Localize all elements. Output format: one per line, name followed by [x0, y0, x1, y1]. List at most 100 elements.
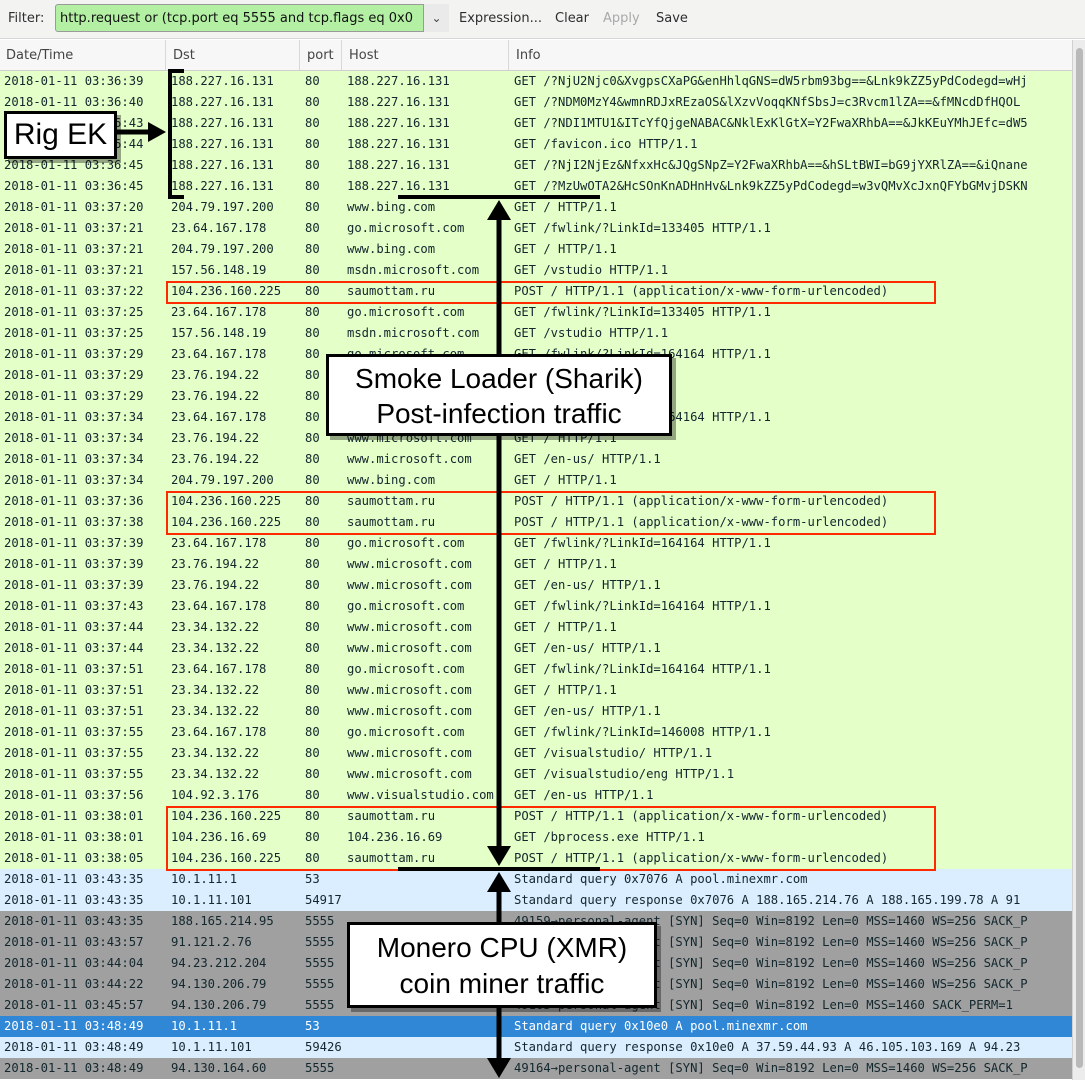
cell-dst: 204.79.197.200	[171, 473, 274, 487]
cell-info: GET /?NDI1MTU1&ITcYfQjgeNABAC&NklExKlGtX…	[514, 116, 1028, 130]
packet-row[interactable]: 2018-01-11 03:38:05 104.236.160.225 80 saum…	[0, 848, 1072, 869]
cell-info: POST / HTTP/1.1 (application/x-www-form-…	[514, 515, 889, 529]
cell-port: 80	[305, 704, 320, 718]
packet-row[interactable]: 2018-01-11 03:37:44 23.34.132.22 80 www.mic…	[0, 617, 1072, 638]
packet-row[interactable]: 2018-01-11 03:37:34 204.79.197.200 80 www.b…	[0, 470, 1072, 491]
column-header-host[interactable]: Host	[343, 40, 509, 70]
packet-row[interactable]: 2018-01-11 03:36:43188.227.16.13180188.2…	[0, 113, 1072, 134]
cell-dst: 188.165.214.95	[171, 914, 274, 928]
scrollbar-thumb[interactable]	[1076, 48, 1083, 1068]
packet-row[interactable]: 2018-01-11 03:37:56 104.92.3.176 80 www.vis…	[0, 785, 1072, 806]
packet-row[interactable]: 2018-01-11 03:37:43 23.64.167.178 80 go.mic…	[0, 596, 1072, 617]
cell-datetime: 2018-01-11 03:37:34	[4, 431, 144, 445]
packet-row[interactable]: 2018-01-11 03:37:25 157.56.148.19 80 msdn.m…	[0, 323, 1072, 344]
smoke-loader-label-line2: Post-infection traffic	[376, 398, 622, 429]
clear-button[interactable]: Clear	[555, 11, 589, 26]
cell-port: 80	[305, 95, 320, 109]
cell-dst: 23.76.194.22	[171, 452, 260, 466]
cell-datetime: 2018-01-11 03:48:49	[4, 1040, 144, 1054]
cell-datetime: 2018-01-11 03:37:55	[4, 767, 144, 781]
display-filter-value[interactable]: http.request or (tcp.port eq 5555 and tc…	[60, 11, 413, 26]
cell-port: 5555	[305, 914, 335, 928]
cell-datetime: 2018-01-11 03:37:55	[4, 725, 144, 739]
cell-host: go.microsoft.com	[347, 662, 465, 676]
filter-dropdown-button[interactable]: ⌄	[423, 4, 449, 32]
cell-datetime: 2018-01-11 03:37:21	[4, 263, 144, 277]
packet-row[interactable]: 2018-01-11 03:37:39 23.76.194.22 80 www.mic…	[0, 554, 1072, 575]
cell-host: saumottam.ru	[347, 851, 436, 865]
packet-row[interactable]: 2018-01-11 03:37:55 23.34.132.22 80 www.mic…	[0, 743, 1072, 764]
apply-button[interactable]: Apply	[603, 11, 640, 26]
monero-label-line1: Monero CPU (XMR)	[376, 932, 628, 963]
cell-datetime: 2018-01-11 03:48:49	[4, 1061, 144, 1075]
cell-dst: 10.1.11.101	[171, 893, 252, 907]
cell-port: 80	[305, 221, 320, 235]
packet-row[interactable]: 2018-01-11 03:37:39 23.64.167.178 80 go.mic…	[0, 533, 1072, 554]
packet-row[interactable]: 2018-01-11 03:37:51 23.34.132.22 80 www.mic…	[0, 701, 1072, 722]
packet-row[interactable]: 2018-01-11 03:48:49 10.1.11.101 59426 Stand…	[0, 1037, 1072, 1058]
cell-dst: 23.64.167.178	[171, 410, 267, 424]
cell-host: saumottam.ru	[347, 494, 436, 508]
column-header-dst[interactable]: Dst	[167, 40, 300, 70]
packet-list-scrollbar[interactable]	[1072, 40, 1085, 1080]
packet-row[interactable]: 2018-01-11 03:37:44 23.34.132.22 80 www.mic…	[0, 638, 1072, 659]
packet-row[interactable]: 2018-01-11 03:37:25 23.64.167.178 80 go.mic…	[0, 302, 1072, 323]
cell-datetime: 2018-01-11 03:43:35	[4, 872, 144, 886]
cell-datetime: 2018-01-11 03:37:29	[4, 368, 144, 382]
packet-row[interactable]: 2018-01-11 03:37:38 104.236.160.225 80 saum…	[0, 512, 1072, 533]
cell-datetime: 2018-01-11 03:37:34	[4, 410, 144, 424]
packet-row[interactable]: 2018-01-11 03:38:01 104.236.160.225 80 saum…	[0, 806, 1072, 827]
packet-row[interactable]: 2018-01-11 03:37:51 23.64.167.178 80 go.mic…	[0, 659, 1072, 680]
cell-info: GET /fwlink/?LinkId=146008 HTTP/1.1	[514, 725, 771, 739]
packet-row[interactable]: 2018-01-11 03:37:34 23.76.194.22 80 www.mic…	[0, 449, 1072, 470]
cell-host: msdn.microsoft.com	[347, 326, 480, 340]
cell-host: 188.227.16.131	[347, 137, 450, 151]
packet-row[interactable]: 2018-01-11 03:37:36 104.236.160.225 80 saum…	[0, 491, 1072, 512]
packet-row[interactable]: 2018-01-11 03:36:39 188.227.16.131 80 188.2…	[0, 71, 1072, 92]
packet-row[interactable]: 2018-01-11 03:37:51 23.34.132.22 80 www.mic…	[0, 680, 1072, 701]
cell-host: www.microsoft.com	[347, 767, 472, 781]
packet-row[interactable]: 2018-01-11 03:37:21 157.56.148.19 80 msdn.m…	[0, 260, 1072, 281]
packet-list-header: Date/Time Dst port Host Info	[0, 40, 1072, 71]
cell-host: 188.227.16.131	[347, 95, 450, 109]
expression-button[interactable]: Expression...	[459, 11, 542, 26]
packet-row[interactable]: 2018-01-11 03:36:45 188.227.16.131 80 188.2…	[0, 176, 1072, 197]
filter-label: Filter:	[8, 11, 45, 26]
cell-datetime: 2018-01-11 03:37:51	[4, 683, 144, 697]
packet-row[interactable]: 2018-01-11 03:36:45 188.227.16.131 80 188.2…	[0, 155, 1072, 176]
cell-host: 188.227.16.131	[347, 116, 450, 130]
packet-row[interactable]: 2018-01-11 03:37:55 23.34.132.22 80 www.mic…	[0, 764, 1072, 785]
display-filter-input[interactable]: http.request or (tcp.port eq 5555 and tc…	[55, 4, 449, 32]
packet-row[interactable]: 2018-01-11 03:37:55 23.64.167.178 80 go.mic…	[0, 722, 1072, 743]
packet-row[interactable]: 2018-01-11 03:36:44188.227.16.13180188.2…	[0, 134, 1072, 155]
cell-info: GET /bprocess.exe HTTP/1.1	[514, 830, 705, 844]
column-header-port[interactable]: port	[301, 40, 342, 70]
cell-info: Standard query 0x10e0 A pool.minexmr.com	[514, 1019, 808, 1033]
packet-row[interactable]: 2018-01-11 03:36:40 188.227.16.131 80 188.2…	[0, 92, 1072, 113]
cell-info: GET /en-us/ HTTP/1.1	[514, 578, 661, 592]
cell-datetime: 2018-01-11 03:43:57	[4, 935, 144, 949]
cell-info: GET / HTTP/1.1	[514, 683, 617, 697]
column-header-datetime[interactable]: Date/Time	[0, 40, 166, 70]
packet-row[interactable]: 2018-01-11 03:48:49 94.130.164.60 5555 4916…	[0, 1058, 1072, 1079]
cell-port: 80	[305, 599, 320, 613]
packet-row[interactable]: 2018-01-11 03:37:20 204.79.197.200 80 www.b…	[0, 197, 1072, 218]
packet-row[interactable]: 2018-01-11 03:48:49 10.1.11.1 53 Standard q…	[0, 1016, 1072, 1037]
cell-datetime: 2018-01-11 03:37:20	[4, 200, 144, 214]
save-button[interactable]: Save	[656, 11, 688, 26]
cell-info: GET /fwlink/?LinkId=164164 HTTP/1.1	[514, 536, 771, 550]
column-header-info[interactable]: Info	[510, 40, 1072, 70]
cell-datetime: 2018-01-11 03:43:35	[4, 914, 144, 928]
packet-row[interactable]: 2018-01-11 03:43:35 10.1.11.1 53 Standard q…	[0, 869, 1072, 890]
packet-row[interactable]: 2018-01-11 03:37:39 23.76.194.22 80 www.mic…	[0, 575, 1072, 596]
cell-port: 80	[305, 851, 320, 865]
cell-dst: 91.121.2.76	[171, 935, 252, 949]
packet-row[interactable]: 2018-01-11 03:43:35 10.1.11.101 54917 Stand…	[0, 890, 1072, 911]
packet-row[interactable]: 2018-01-11 03:38:01 104.236.16.69 80 104.23…	[0, 827, 1072, 848]
chevron-down-icon: ⌄	[431, 11, 442, 25]
packet-row[interactable]: 2018-01-11 03:37:21 204.79.197.200 80 www.b…	[0, 239, 1072, 260]
cell-datetime: 2018-01-11 03:44:04	[4, 956, 144, 970]
packet-row[interactable]: 2018-01-11 03:37:22 104.236.160.225 80 saum…	[0, 281, 1072, 302]
packet-row[interactable]: 2018-01-11 03:37:21 23.64.167.178 80 go.mic…	[0, 218, 1072, 239]
cell-port: 80	[305, 452, 320, 466]
